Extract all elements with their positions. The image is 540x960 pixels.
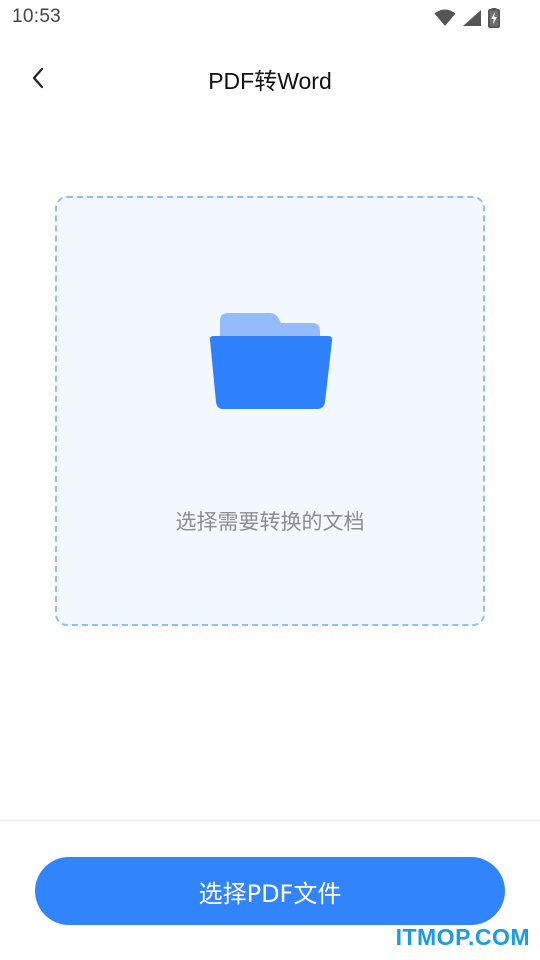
drop-zone-hint: 选择需要转换的文档	[175, 510, 365, 534]
select-pdf-button[interactable]: 选择PDF文件	[35, 857, 505, 925]
site-watermark: ITMOP.COM	[395, 924, 530, 950]
status-bar: 10:53	[0, 0, 540, 36]
pdf-to-word-screen: 10:53 PDF转Word 选择需要转换的文档 选择PDF文件 ITMOP.C…	[0, 0, 540, 960]
battery-charging-icon	[488, 8, 500, 28]
page-title: PDF转Word	[208, 68, 332, 94]
wifi-icon	[434, 9, 456, 27]
status-time: 10:53	[12, 6, 62, 27]
app-bar: PDF转Word	[0, 52, 540, 106]
status-icons	[434, 8, 500, 28]
folder-icon	[208, 311, 334, 413]
cellular-signal-icon	[462, 9, 482, 27]
file-drop-zone[interactable]: 选择需要转换的文档	[55, 196, 485, 626]
bottom-divider	[0, 820, 540, 821]
